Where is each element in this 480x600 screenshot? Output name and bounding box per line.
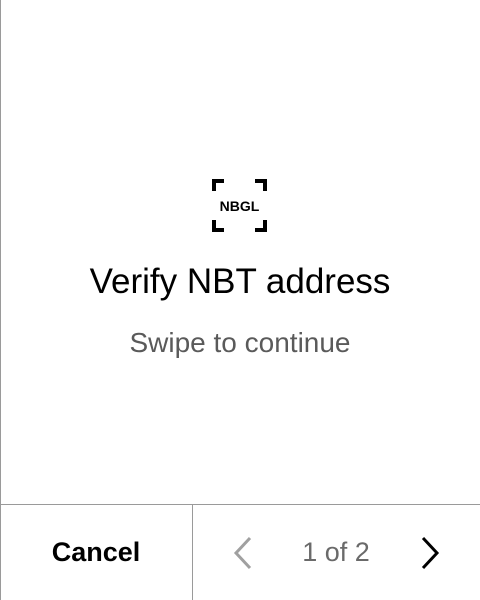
chevron-right-icon <box>421 536 440 570</box>
swipe-hint: Swipe to continue <box>129 327 351 358</box>
pager: 1 of 2 <box>193 505 480 600</box>
cancel-button[interactable]: Cancel <box>0 505 192 600</box>
previous-page-button[interactable] <box>223 535 263 571</box>
footer-bar: Cancel 1 of 2 <box>0 504 480 600</box>
page-indicator: 1 of 2 <box>302 537 370 567</box>
nbgl-logo-text: NBGL <box>220 198 260 214</box>
chevron-left-icon <box>233 536 252 570</box>
review-content[interactable]: NBGL Verify NBT address Swipe to continu… <box>0 0 480 504</box>
next-page-button[interactable] <box>410 535 450 571</box>
page-title: Verify NBT address <box>89 262 391 301</box>
nbgl-logo-icon: NBGL <box>212 179 267 232</box>
